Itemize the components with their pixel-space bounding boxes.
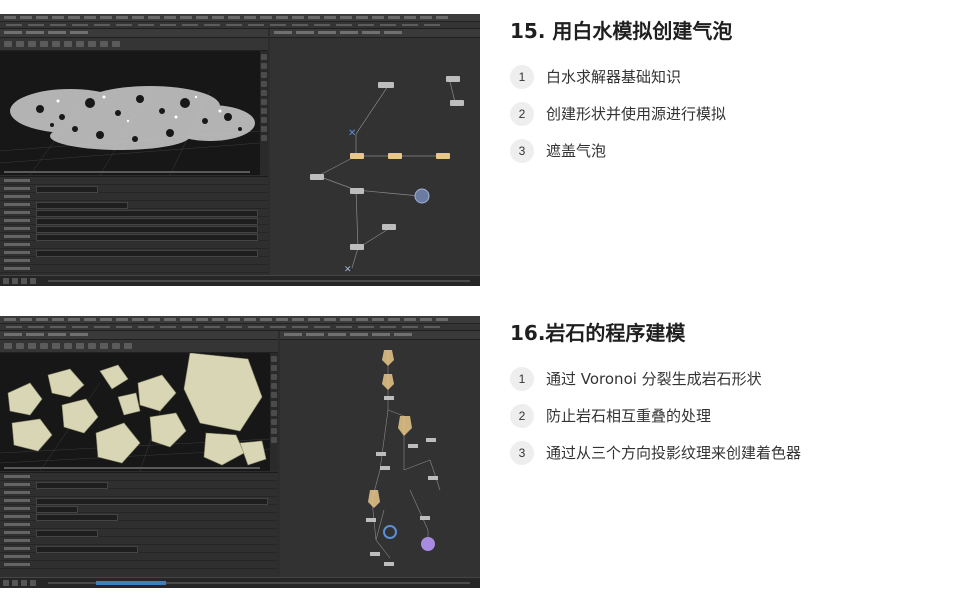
number-badge: 1 xyxy=(510,64,534,89)
3d-viewport[interactable] xyxy=(0,51,261,175)
playback-timeline[interactable] xyxy=(0,275,480,286)
list-item: 3 通过从三个方向投影纹理来创建着色器 xyxy=(510,434,950,471)
lesson-16: 16.岩石的程序建模 1 通过 Voronoi 分裂生成岩石形状 2 防止岩石相… xyxy=(0,316,967,588)
lesson-15: ✕ ✕ 15. 用白水模拟创建气泡 1 白水求解器基础知识 2 创建形状并使用源… xyxy=(0,14,967,286)
viewport-toolbar xyxy=(0,340,278,353)
viewport-tab-bar xyxy=(0,331,278,340)
lesson-title: 16.岩石的程序建模 xyxy=(510,321,686,345)
whitewater-particles xyxy=(0,86,260,175)
viewport-tab-bar xyxy=(0,29,268,38)
app-menubar xyxy=(0,316,480,324)
node-graph: ✕ ✕ xyxy=(310,76,464,275)
number-badge: 3 xyxy=(510,440,534,465)
rock-modeling-screenshot xyxy=(0,316,480,588)
playback-timeline[interactable] xyxy=(0,577,480,588)
lesson-title: 15. 用白水模拟创建气泡 xyxy=(510,19,733,43)
list-item: 3 遮盖气泡 xyxy=(510,132,950,169)
lesson-15-info: 15. 用白水模拟创建气泡 1 白水求解器基础知识 2 创建形状并使用源进行模拟… xyxy=(510,14,950,169)
viewport-status-text xyxy=(4,467,260,469)
parameter-editor[interactable] xyxy=(0,472,278,579)
number-badge: 1 xyxy=(510,366,534,391)
app-menubar xyxy=(0,14,480,22)
viewport-status-text xyxy=(4,171,250,173)
svg-text:✕: ✕ xyxy=(348,128,356,139)
number-badge: 2 xyxy=(510,403,534,428)
list-item: 2 防止岩石相互重叠的处理 xyxy=(510,397,950,434)
voronoi-rocks xyxy=(0,353,270,471)
list-item: 1 通过 Voronoi 分裂生成岩石形状 xyxy=(510,360,950,397)
node-network-editor[interactable]: ✕ ✕ xyxy=(270,38,480,276)
node-graph xyxy=(366,350,441,566)
topic-label: 遮盖气泡 xyxy=(546,142,607,160)
lesson-16-info: 16.岩石的程序建模 1 通过 Voronoi 分裂生成岩石形状 2 防止岩石相… xyxy=(510,316,950,471)
timeline-range-bar[interactable] xyxy=(96,581,166,585)
node-network-editor[interactable] xyxy=(280,340,480,578)
topic-label: 通过 Voronoi 分裂生成岩石形状 xyxy=(546,370,762,388)
topic-label: 防止岩石相互重叠的处理 xyxy=(546,407,712,425)
svg-text:✕: ✕ xyxy=(344,265,352,275)
list-item: 2 创建形状并使用源进行模拟 xyxy=(510,95,950,132)
viewport-toolbar xyxy=(0,38,268,51)
timeline-track[interactable] xyxy=(48,280,470,282)
3d-viewport[interactable] xyxy=(0,353,271,471)
shelf-toolbar xyxy=(0,324,480,331)
network-tab-bar xyxy=(280,331,480,340)
list-item: 1 白水求解器基础知识 xyxy=(510,58,950,95)
viewport-side-tools[interactable] xyxy=(270,353,278,471)
topic-label: 白水求解器基础知识 xyxy=(546,68,682,86)
lesson-topic-list: 1 白水求解器基础知识 2 创建形状并使用源进行模拟 3 遮盖气泡 xyxy=(510,58,950,169)
topic-label: 通过从三个方向投影纹理来创建着色器 xyxy=(546,444,802,462)
parameter-editor[interactable] xyxy=(0,176,268,277)
number-badge: 3 xyxy=(510,138,534,163)
shelf-toolbar xyxy=(0,22,480,29)
number-badge: 2 xyxy=(510,101,534,126)
viewport-side-tools[interactable] xyxy=(260,51,268,175)
network-tab-bar xyxy=(270,29,480,38)
whitewater-screenshot: ✕ ✕ xyxy=(0,14,480,286)
lesson-topic-list: 1 通过 Voronoi 分裂生成岩石形状 2 防止岩石相互重叠的处理 3 通过… xyxy=(510,360,950,471)
topic-label: 创建形状并使用源进行模拟 xyxy=(546,105,727,123)
